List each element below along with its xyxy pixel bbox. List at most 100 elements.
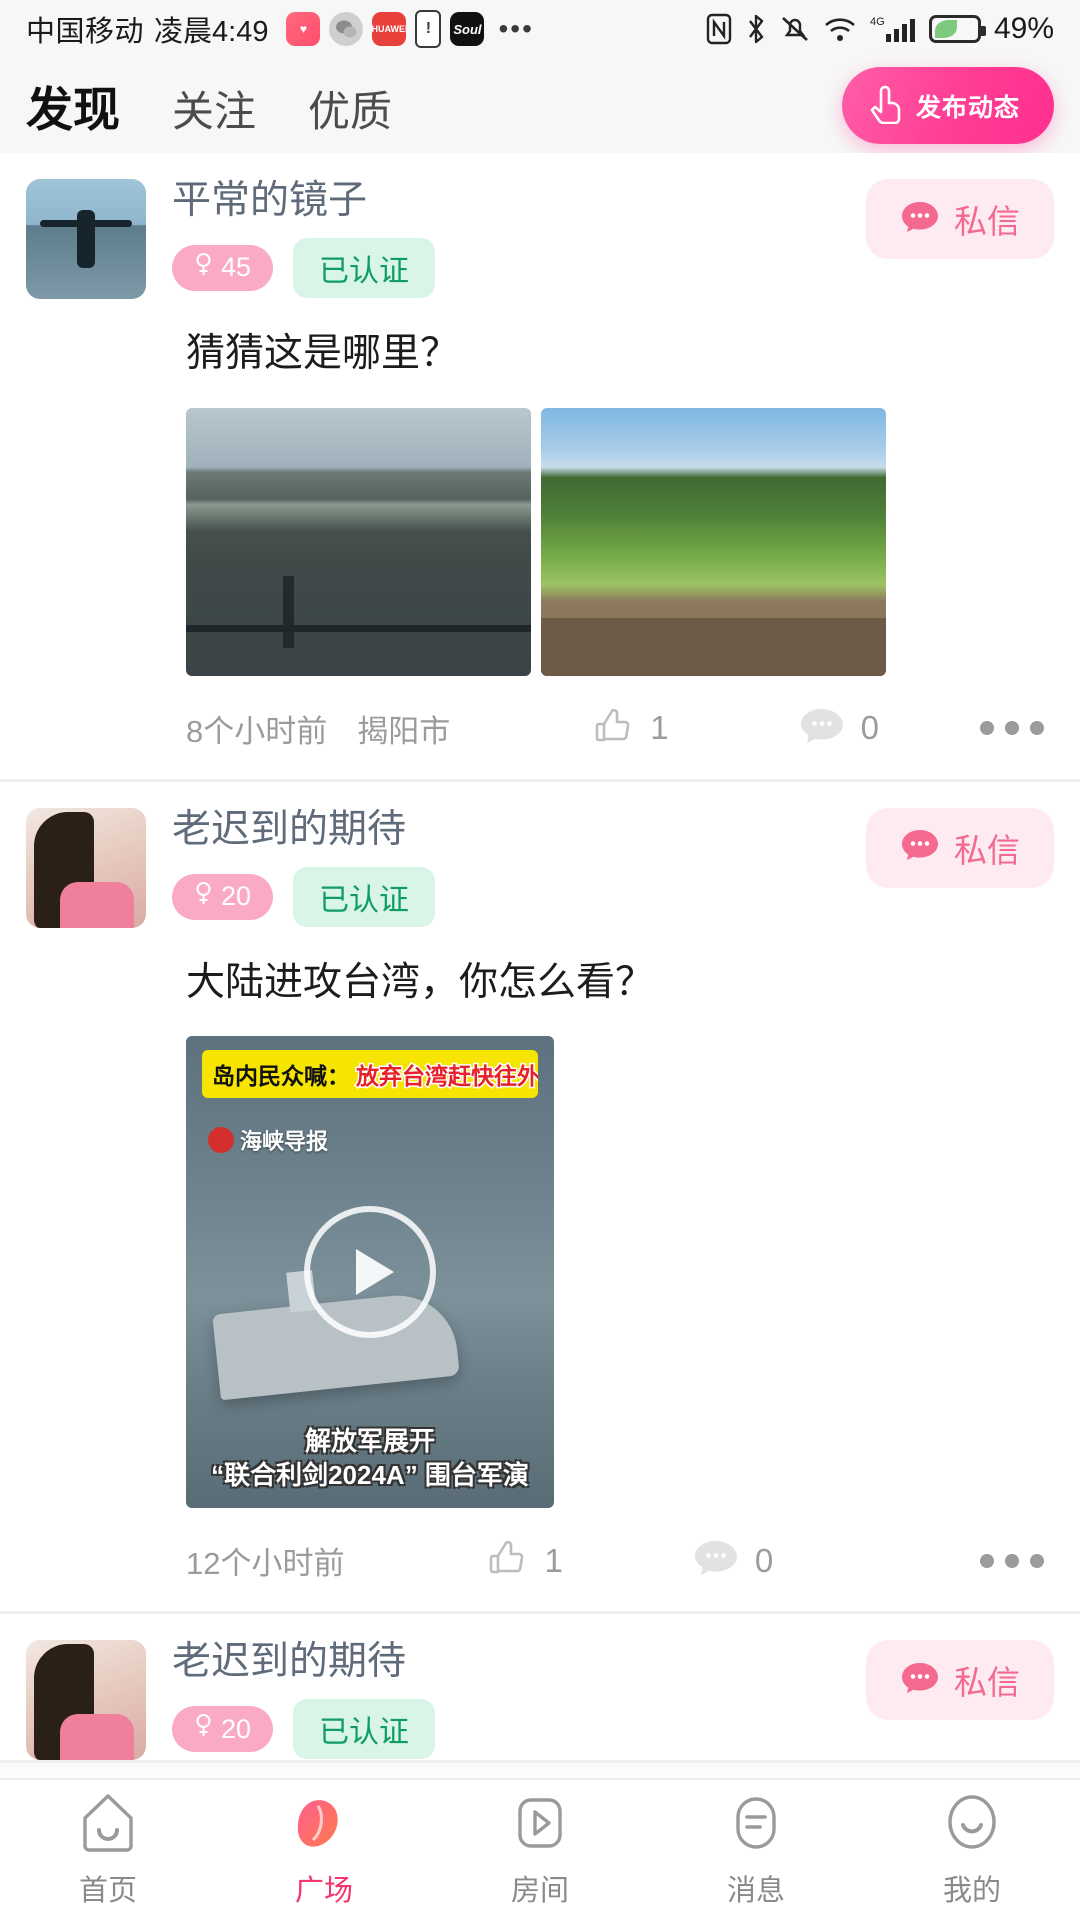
- gender-age-badge: 20: [172, 1706, 274, 1753]
- alert-icon: !: [415, 10, 442, 48]
- username-label[interactable]: 老迟到的期待: [172, 1640, 866, 1685]
- post-header: 老迟到的期待 20 已认证 私信: [26, 807, 1054, 928]
- huawei-icon: HUAWEI: [372, 12, 407, 46]
- nav-item-profile[interactable]: 我的: [864, 1792, 1080, 1909]
- home-icon: [78, 1792, 138, 1859]
- nav-label-home: 首页: [78, 1874, 137, 1907]
- avatar[interactable]: [26, 179, 146, 299]
- publish-post-button[interactable]: 发布动态: [841, 67, 1054, 144]
- chat-bubble-icon: [900, 828, 940, 867]
- like-button[interactable]: 1: [484, 1536, 563, 1585]
- comment-count: 0: [754, 1541, 774, 1579]
- play-icon[interactable]: [304, 1206, 436, 1339]
- watermark-logo-icon: [208, 1127, 234, 1154]
- wechat-icon: [329, 12, 364, 46]
- like-count: 1: [544, 1541, 563, 1579]
- hand-tap-icon: [868, 82, 904, 129]
- post-photo[interactable]: [186, 407, 531, 676]
- tab-discover[interactable]: 发现: [26, 71, 120, 140]
- private-message-button[interactable]: 私信: [866, 179, 1054, 259]
- gender-age-badge: 45: [172, 244, 274, 291]
- post-text: 猜猜这是哪里？: [186, 332, 460, 375]
- verified-badge: 已认证: [293, 1699, 436, 1760]
- post-item[interactable]: 老迟到的期待 20 已认证 私信: [0, 781, 1080, 1615]
- author-badges: 20 已认证: [172, 866, 866, 927]
- watermark-label: 海峡导报: [240, 1129, 329, 1155]
- carrier-label: 中国移动: [26, 16, 145, 48]
- video-caption-line2: “联合利剑2024A” 围台军演: [211, 1459, 529, 1490]
- message-icon: [726, 1792, 786, 1859]
- chat-bubble-icon: [900, 200, 940, 239]
- status-bar: 中国移动 凌晨4:49 ♥ HUAWEI ! Soul ••• 4G 49%: [0, 0, 1080, 58]
- female-icon: [194, 252, 213, 284]
- thumbs-up-icon: [484, 1536, 528, 1585]
- clock-label: 凌晨4:49: [154, 16, 269, 48]
- video-headline-prefix: 岛内民众喊：: [212, 1063, 350, 1090]
- comment-button[interactable]: 0: [693, 1538, 773, 1583]
- comment-bubble-icon: [799, 706, 845, 751]
- author-badges: 20 已认证: [172, 1699, 866, 1760]
- app-screen: 中国移动 凌晨4:49 ♥ HUAWEI ! Soul ••• 4G 49% 发…: [0, 0, 1080, 1920]
- nav-label-message: 消息: [726, 1874, 785, 1907]
- wifi-icon: [823, 14, 857, 44]
- post-video[interactable]: 岛内民众喊： 放弃台湾赶快往外跑 海峡导报 解放军展开 “联合利剑2024A” …: [186, 1036, 554, 1509]
- post-time-label: 8个小时前: [186, 713, 328, 749]
- post-location-label: 揭阳市: [357, 713, 451, 749]
- post-photo[interactable]: [541, 407, 886, 676]
- nav-item-plaza[interactable]: 广场: [216, 1792, 432, 1909]
- verified-badge: 已认证: [293, 237, 436, 298]
- verified-badge: 已认证: [293, 866, 436, 927]
- username-label[interactable]: 老迟到的期待: [172, 808, 866, 853]
- post-author-info: 平常的镜子 45 已认证: [172, 179, 866, 298]
- mute-icon: [780, 13, 810, 45]
- like-button[interactable]: 1: [590, 704, 669, 753]
- post-text: 大陆进攻台湾，你怎么看？: [186, 960, 655, 1004]
- video-watermark: 海峡导报: [208, 1124, 328, 1156]
- post-item[interactable]: 老迟到的期待 20 已认证 私信: [0, 1614, 1080, 1764]
- comment-button[interactable]: 0: [799, 706, 879, 751]
- username-label[interactable]: 平常的镜子: [172, 179, 866, 224]
- post-meta: 12个小时前 1 0: [186, 1536, 1054, 1611]
- private-message-button[interactable]: 私信: [866, 1640, 1054, 1721]
- nav-label-profile: 我的: [942, 1874, 1001, 1907]
- nav-item-room[interactable]: 房间: [432, 1792, 648, 1909]
- status-bar-left: 中国移动 凌晨4:49 ♥ HUAWEI ! Soul •••: [26, 8, 534, 50]
- like-count: 1: [650, 709, 669, 747]
- bottom-nav: 首页 广场 房间 消息 我的: [0, 1778, 1080, 1920]
- nav-label-plaza: 广场: [294, 1874, 353, 1907]
- post-feed[interactable]: 平常的镜子 45 已认证 私信 猜猜这是哪里？ 8个小时前 揭阳市 1 0 老迟…: [0, 153, 1080, 1780]
- comment-count: 0: [860, 709, 879, 747]
- video-caption-line1: 解放军展开: [304, 1425, 435, 1456]
- private-message-button[interactable]: 私信: [866, 807, 1054, 888]
- video-headline-highlight: 放弃台湾赶快往外跑: [355, 1062, 539, 1091]
- nav-item-message[interactable]: 消息: [648, 1792, 864, 1909]
- heart-app-icon: ♥: [286, 12, 321, 46]
- profile-icon: [942, 1792, 1002, 1859]
- author-badges: 45 已认证: [172, 237, 866, 298]
- age-label: 20: [221, 881, 252, 912]
- comment-bubble-icon: [693, 1538, 739, 1583]
- status-bar-right: 4G 49%: [706, 12, 1054, 46]
- post-meta: 8个小时前 揭阳市 1 0: [186, 704, 1054, 779]
- private-message-label: 私信: [954, 831, 1020, 869]
- more-options-icon[interactable]: [980, 1553, 1054, 1568]
- nfc-icon: [706, 13, 732, 45]
- chat-bubble-icon: [900, 1661, 940, 1700]
- age-label: 45: [221, 252, 252, 283]
- tab-following[interactable]: 关注: [172, 78, 256, 139]
- gender-age-badge: 20: [172, 873, 274, 920]
- avatar[interactable]: [26, 1640, 146, 1761]
- tab-quality[interactable]: 优质: [308, 78, 392, 139]
- battery-icon: [928, 15, 986, 43]
- post-photos[interactable]: [186, 407, 1054, 676]
- avatar[interactable]: [26, 807, 146, 928]
- post-item[interactable]: 平常的镜子 45 已认证 私信 猜猜这是哪里？ 8个小时前 揭阳市 1 0: [0, 153, 1080, 782]
- top-bar: 发现 关注 优质 发布动态: [0, 58, 1080, 153]
- nav-item-home[interactable]: 首页: [0, 1792, 216, 1909]
- post-header: 平常的镜子 45 已认证 私信: [26, 179, 1054, 299]
- private-message-label: 私信: [954, 203, 1020, 240]
- post-author-info: 老迟到的期待 20 已认证: [172, 808, 866, 927]
- thumbs-up-icon: [590, 704, 634, 753]
- more-options-icon[interactable]: [980, 721, 1054, 736]
- female-icon: [194, 1713, 213, 1745]
